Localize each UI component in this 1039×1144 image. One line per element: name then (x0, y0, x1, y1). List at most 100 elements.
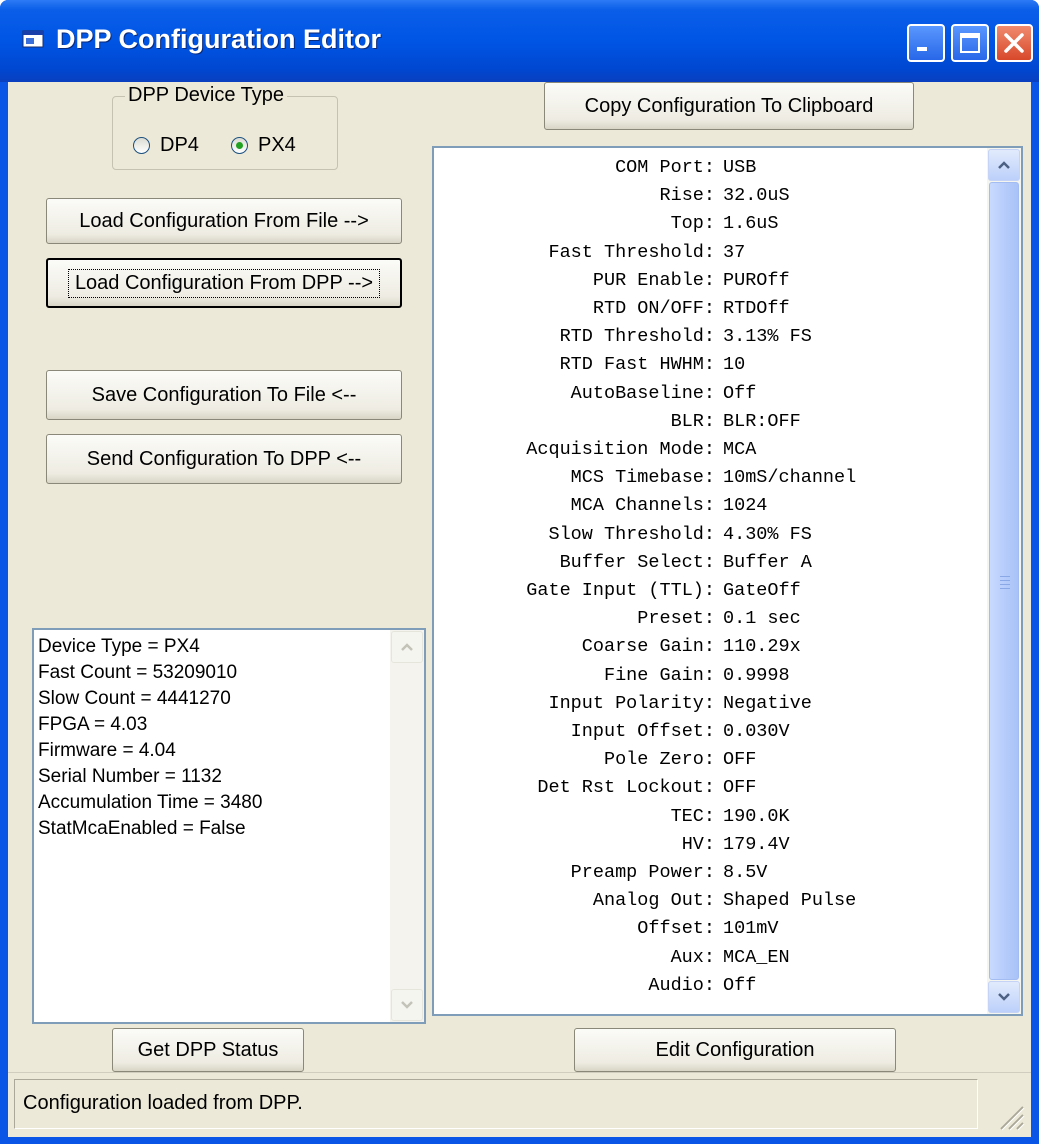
radio-dp4-label: DP4 (160, 133, 199, 156)
config-label: Audio: (648, 974, 715, 996)
status-line: Fast Count = 53209010 (38, 662, 238, 683)
config-row: Coarse Gain: 110.29x (434, 633, 989, 661)
config-label: Aux: (670, 946, 715, 968)
chevron-down-icon (401, 1001, 413, 1009)
config-value: Off (723, 382, 757, 404)
config-value: Buffer A (723, 551, 812, 573)
config-label: Pole Zero: (603, 749, 715, 771)
chevron-up-icon (998, 161, 1010, 169)
status-bar-text: Configuration loaded from DPP. (23, 1092, 303, 1114)
copy-to-clipboard-button[interactable]: Copy Configuration To Clipboard (544, 82, 914, 130)
config-row: Pole Zero: OFF (434, 746, 989, 774)
config-row: Slow Threshold: 4.30% FS (434, 521, 989, 549)
status-scroll-up-button[interactable] (391, 631, 423, 663)
config-label: TEC: (670, 805, 715, 827)
status-lines: Device Type = PX4 Fast Count = 53209010 Sl… (38, 634, 262, 842)
config-row: Analog Out: Shaped Pulse (434, 887, 989, 915)
client-area: DPP Device Type DP4 PX4 Copy Configurati… (8, 82, 1031, 1137)
config-scroll-down-button[interactable] (988, 981, 1020, 1013)
config-label: RTD Fast HWHM: (559, 354, 715, 376)
config-scrollbar[interactable] (987, 148, 1021, 1014)
config-list[interactable]: COM Port: USB Rise: 32.0uS Top: 1.6uS Fast Thr… (432, 146, 1023, 1016)
config-scroll-thumb[interactable] (989, 182, 1019, 980)
config-label: HV: (681, 833, 715, 855)
config-row: RTD ON/OFF: RTDOff (434, 295, 989, 323)
status-line: Slow Count = 4441270 (38, 688, 231, 709)
config-row: Acquisition Mode: MCA (434, 436, 989, 464)
config-row: Fast Threshold: 37 (434, 239, 989, 267)
chevron-up-icon (401, 643, 413, 651)
config-label: COM Port: (615, 157, 715, 178)
minimize-button[interactable] (907, 24, 945, 62)
status-line: FPGA = 4.03 (38, 714, 148, 735)
config-label: Coarse Gain: (581, 636, 715, 658)
status-scrollbar[interactable] (390, 630, 424, 1022)
close-icon (1004, 33, 1024, 53)
thumb-grip-line (1000, 580, 1010, 581)
config-row: Fine Gain: 0.9998 (434, 662, 989, 690)
status-scroll-down-button[interactable] (391, 989, 423, 1021)
status-list[interactable]: Device Type = PX4 Fast Count = 53209010 Sl… (32, 628, 426, 1024)
config-value: 190.0K (723, 805, 790, 827)
status-bar-panel: Configuration loaded from DPP. (14, 1079, 978, 1129)
config-row: Input Polarity: Negative (434, 690, 989, 718)
config-value: 8.5V (723, 862, 768, 884)
config-value: MCA (723, 439, 757, 461)
app-window-icon (22, 30, 44, 48)
resize-grip-icon[interactable] (995, 1101, 1025, 1131)
status-bar: Configuration loaded from DPP. (8, 1072, 1031, 1137)
config-label: Preset: (637, 608, 715, 630)
close-button[interactable] (995, 24, 1033, 62)
config-row: TEC: 190.0K (434, 803, 989, 831)
config-value: 0.030V (723, 721, 790, 743)
config-row: AutoBaseline: Off (434, 380, 989, 408)
config-value: BLR:OFF (723, 410, 801, 432)
radio-dp4[interactable]: DP4 (133, 131, 199, 159)
config-label: Input Polarity: (548, 692, 715, 714)
send-to-dpp-button[interactable]: Send Configuration To DPP <-- (46, 434, 402, 484)
get-dpp-status-button[interactable]: Get DPP Status (112, 1028, 304, 1072)
radio-px4[interactable]: PX4 (231, 131, 296, 159)
minimize-icon (917, 47, 927, 51)
config-value: OFF (723, 777, 757, 799)
radio-dp4-circle[interactable] (133, 136, 150, 154)
config-row: MCS Timebase: 10mS/channel (434, 464, 989, 492)
load-from-dpp-button[interactable]: Load Configuration From DPP --> (46, 258, 402, 308)
config-label: RTD Threshold: (559, 326, 715, 348)
save-to-file-button[interactable]: Save Configuration To File <-- (46, 370, 402, 420)
config-value: 0.9998 (723, 664, 790, 686)
config-value: 32.0uS (723, 185, 790, 207)
config-label: RTD ON/OFF: (592, 298, 715, 320)
maximize-button[interactable] (951, 24, 989, 62)
config-label: Rise: (659, 185, 715, 207)
config-label: Det Rst Lockout: (537, 777, 715, 799)
config-label: Buffer Select: (559, 551, 715, 573)
config-row: Input Offset: 0.030V (434, 718, 989, 746)
config-row: RTD Fast HWHM: 10 (434, 351, 989, 379)
config-value: OFF (723, 749, 757, 771)
config-row: Det Rst Lockout: OFF (434, 774, 989, 802)
config-value: GateOff (723, 580, 801, 602)
config-label: MCS Timebase: (570, 467, 715, 489)
maximize-icon (960, 33, 980, 53)
thumb-grip-line (1000, 576, 1010, 577)
config-scroll-up-button[interactable] (988, 149, 1020, 181)
config-label: AutoBaseline: (570, 382, 715, 404)
edit-configuration-button[interactable]: Edit Configuration (574, 1028, 896, 1072)
config-row: PUR Enable: PUROff (434, 267, 989, 295)
window-title: DPP Configuration Editor (56, 24, 381, 54)
config-value: 1024 (723, 495, 768, 517)
config-label: Offset: (637, 918, 715, 940)
config-value: Shaped Pulse (723, 890, 857, 912)
load-from-dpp-label: Load Configuration From DPP --> (67, 268, 381, 298)
config-value: 10mS/channel (723, 467, 857, 489)
load-from-file-button[interactable]: Load Configuration From File --> (46, 198, 402, 244)
title-bar[interactable]: DPP Configuration Editor (0, 0, 1039, 82)
status-line: Serial Number = 1132 (38, 766, 222, 787)
config-value: PUROff (723, 269, 790, 291)
config-label: PUR Enable: (592, 269, 715, 291)
config-label: Fine Gain: (603, 664, 715, 686)
config-label: Acquisition Mode: (526, 439, 715, 461)
config-label: Top: (670, 213, 715, 235)
radio-px4-circle[interactable] (231, 136, 248, 154)
